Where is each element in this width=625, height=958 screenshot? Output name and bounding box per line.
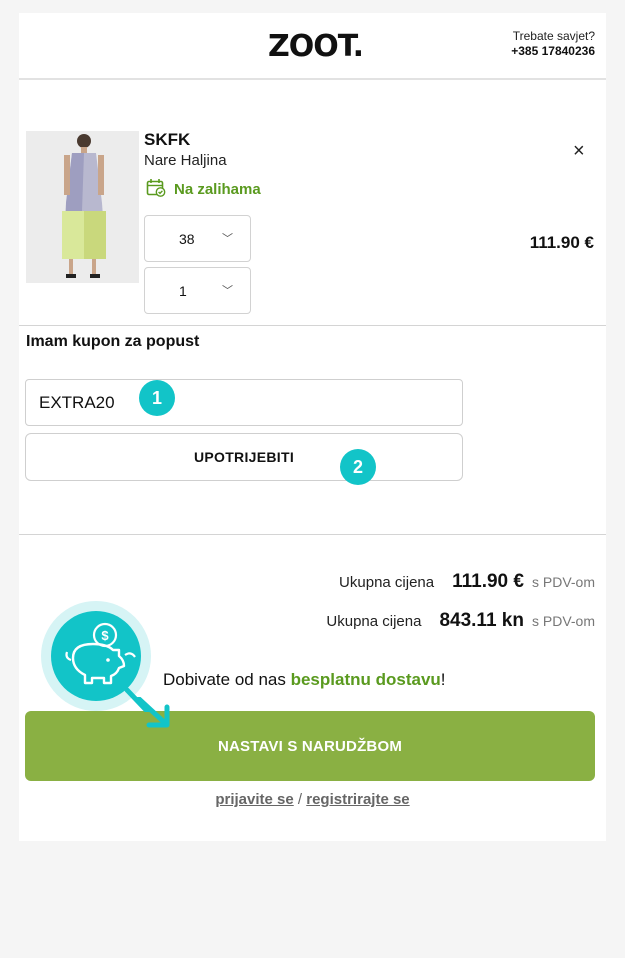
close-icon[interactable]: × bbox=[573, 141, 585, 161]
delivery-highlight: besplatnu dostavu bbox=[290, 670, 441, 689]
total-value: 843.11 kn bbox=[439, 610, 524, 631]
free-delivery-note: Dobivate od nas besplatnu dostavu! bbox=[163, 670, 446, 690]
zoot-logo[interactable]: ZOOT. bbox=[268, 29, 364, 64]
quantity-select[interactable]: 1 ﹀ bbox=[144, 267, 251, 314]
delivery-prefix: Dobivate od nas bbox=[163, 670, 291, 689]
product-price: 111.90 € bbox=[529, 233, 594, 252]
total-label: Ukupna cijena bbox=[326, 613, 422, 630]
size-value: 38 bbox=[179, 231, 195, 247]
help-contact: Trebate savjet? +385 17840236 bbox=[511, 29, 595, 59]
piggy-bank-icon: $ bbox=[41, 601, 151, 712]
stock-label: Na zalihama bbox=[174, 181, 261, 198]
step-badge-1: 1 bbox=[139, 380, 175, 416]
register-link[interactable]: registrirajte se bbox=[306, 791, 409, 808]
tax-note: s PDV-om bbox=[531, 613, 595, 629]
help-question: Trebate savjet? bbox=[512, 29, 595, 43]
quantity-value: 1 bbox=[179, 283, 187, 299]
continue-order-button[interactable]: NASTAVI S NARUDŽBOM bbox=[25, 711, 595, 781]
tax-note: s PDV-om bbox=[531, 574, 595, 590]
step-badge-2: 2 bbox=[340, 449, 376, 485]
auth-links: prijavite se / registrirajte se bbox=[19, 791, 606, 808]
total-eur-row: Ukupna cijena 111.90 € s PDV-om bbox=[339, 571, 595, 593]
coupon-input[interactable] bbox=[25, 379, 463, 426]
total-kn-row: Ukupna cijena 843.11 kn s PDV-om bbox=[326, 610, 595, 632]
arrow-icon bbox=[137, 697, 170, 728]
divider bbox=[19, 325, 606, 326]
product-brand[interactable]: SKFK bbox=[144, 130, 190, 150]
coupon-title: Imam kupon za popust bbox=[26, 333, 200, 350]
cart-page: ZOOT. Trebate savjet? +385 17840236 SKFK… bbox=[19, 13, 606, 841]
stock-check-icon bbox=[146, 177, 166, 202]
chevron-down-icon: ﹀ bbox=[222, 233, 233, 245]
dress-photo bbox=[26, 131, 139, 283]
chevron-down-icon: ﹀ bbox=[222, 285, 233, 297]
product-image[interactable] bbox=[26, 131, 139, 283]
delivery-suffix: ! bbox=[440, 670, 446, 689]
svg-text:$: $ bbox=[101, 628, 109, 643]
header: ZOOT. Trebate savjet? +385 17840236 bbox=[19, 13, 606, 80]
auth-separator: / bbox=[293, 791, 307, 808]
total-value: 111.90 € bbox=[452, 571, 524, 592]
size-select[interactable]: 38 ﹀ bbox=[144, 215, 251, 262]
login-link[interactable]: prijavite se bbox=[215, 791, 293, 808]
total-label: Ukupna cijena bbox=[339, 574, 435, 591]
divider bbox=[19, 534, 606, 535]
help-phone[interactable]: +385 17840236 bbox=[511, 44, 595, 59]
stock-status: Na zalihama bbox=[146, 177, 261, 202]
apply-coupon-button[interactable]: UPOTRIJEBITI bbox=[25, 433, 463, 481]
product-name[interactable]: Nare Haljina bbox=[144, 152, 227, 169]
